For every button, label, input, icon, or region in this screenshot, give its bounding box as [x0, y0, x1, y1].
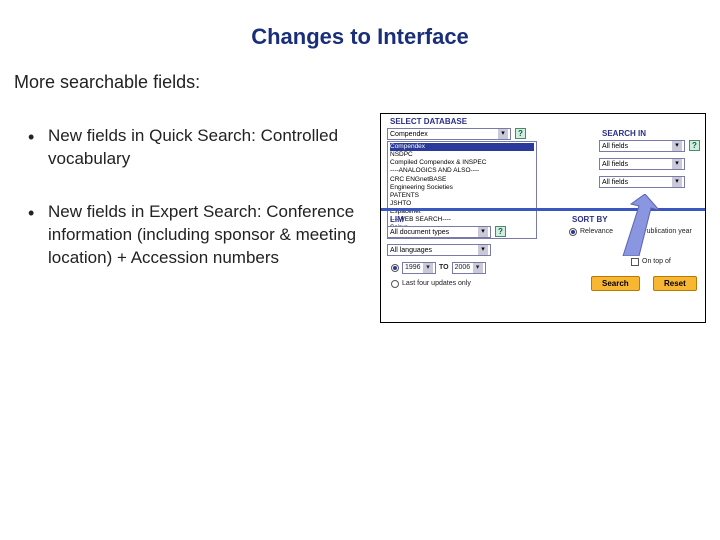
embedded-screenshot: SELECT DATABASE Compendex ▾ ? Compendex …: [380, 113, 706, 323]
bullet-list: New fields in Quick Search: Controlled v…: [0, 109, 380, 300]
year-to-dropdown[interactable]: 2006 ▾: [452, 262, 486, 274]
sort-by-label: SORT BY: [569, 214, 611, 225]
language-value: All languages: [390, 247, 432, 254]
database-dropdown-value: Compendex: [390, 131, 428, 138]
searchin-value: All fields: [602, 179, 628, 186]
searchin-value: All fields: [602, 161, 628, 168]
year-from-value: 1996: [405, 264, 421, 271]
sort-option-label: On top of: [642, 258, 671, 265]
reset-button[interactable]: Reset: [653, 276, 697, 291]
database-option[interactable]: Compiled Compendex & INSPEC: [390, 159, 534, 167]
select-database-label: SELECT DATABASE: [387, 116, 470, 127]
help-icon[interactable]: ?: [515, 128, 526, 139]
last-updates-radio[interactable]: [391, 280, 399, 288]
database-option[interactable]: PATENTS: [390, 192, 534, 200]
database-dropdown[interactable]: Compendex ▾: [387, 128, 511, 140]
year-to-value: 2006: [455, 264, 471, 271]
separator-band: [381, 208, 705, 211]
sort-option-label: Publication year: [642, 228, 692, 235]
doctype-value: All document types: [390, 229, 449, 236]
chevron-down-icon: ▾: [498, 129, 508, 139]
help-icon[interactable]: ?: [689, 140, 700, 151]
database-option[interactable]: ----ANALOGICS AND ALSO----: [390, 167, 534, 175]
searchin-dropdown-2[interactable]: All fields ▾: [599, 158, 685, 170]
chevron-down-icon: ▾: [423, 263, 433, 273]
year-to-label: TO: [439, 264, 449, 271]
chevron-down-icon: ▾: [478, 227, 488, 237]
searchin-dropdown-3[interactable]: All fields ▾: [599, 176, 685, 188]
chevron-down-icon: ▾: [473, 263, 483, 273]
slide-subtitle: More searchable fields:: [0, 64, 720, 109]
searchin-value: All fields: [602, 143, 628, 150]
database-option[interactable]: NSDPC: [390, 151, 534, 159]
year-range-radio[interactable]: [391, 264, 399, 272]
doctype-dropdown[interactable]: All document types ▾: [387, 226, 491, 238]
database-option[interactable]: CRC ENGnetBASE: [390, 176, 534, 184]
year-from-dropdown[interactable]: 1996 ▾: [402, 262, 436, 274]
bullet-item: New fields in Expert Search: Conference …: [26, 201, 370, 270]
search-button[interactable]: Search: [591, 276, 640, 291]
slide-title: Changes to Interface: [0, 0, 720, 64]
limit-label: LIM: [387, 214, 407, 225]
content-area: New fields in Quick Search: Controlled v…: [0, 109, 720, 323]
database-option[interactable]: ----WEB SEARCH----: [390, 216, 534, 224]
sort-option-label: Relevance: [580, 228, 613, 235]
language-dropdown[interactable]: All languages ▾: [387, 244, 491, 256]
ontop-checkbox[interactable]: [631, 258, 639, 266]
searchin-dropdown-1[interactable]: All fields ▾: [599, 140, 685, 152]
callout-arrow-icon: [615, 194, 659, 256]
database-option-selected[interactable]: Compendex: [390, 143, 534, 151]
sort-pubyear-radio[interactable]: [631, 228, 639, 236]
bullet-item: New fields in Quick Search: Controlled v…: [26, 125, 370, 171]
chevron-down-icon: ▾: [672, 177, 682, 187]
database-option[interactable]: JSHTO: [390, 200, 534, 208]
search-in-label: SEARCH IN: [599, 128, 649, 139]
chevron-down-icon: ▾: [672, 159, 682, 169]
last-updates-label: Last four updates only: [402, 280, 471, 287]
database-listbox[interactable]: Compendex NSDPC Compiled Compendex & INS…: [387, 141, 537, 239]
chevron-down-icon: ▾: [672, 141, 682, 151]
help-icon[interactable]: ?: [495, 226, 506, 237]
sort-relevance-radio[interactable]: [569, 228, 577, 236]
chevron-down-icon: ▾: [478, 245, 488, 255]
database-option[interactable]: Engineering Societies: [390, 184, 534, 192]
